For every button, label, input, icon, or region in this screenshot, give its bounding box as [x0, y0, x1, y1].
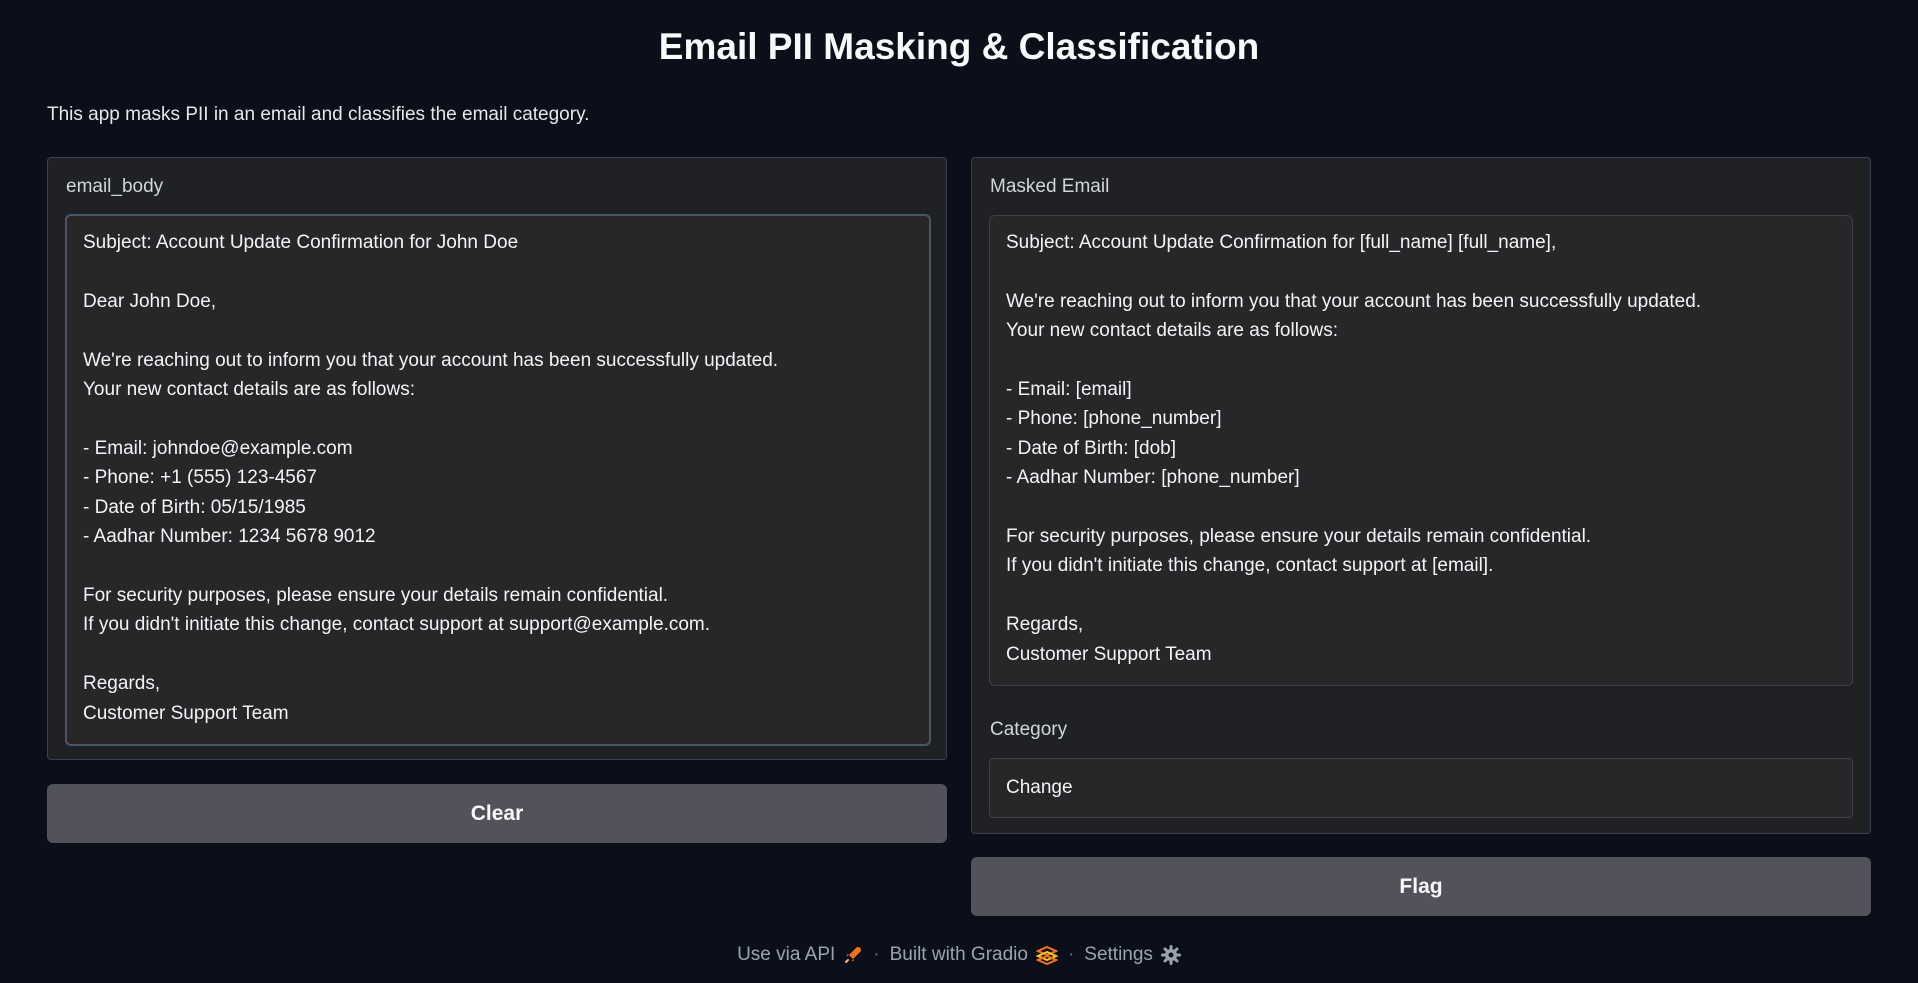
page-description: This app masks PII in an email and class…	[47, 104, 590, 125]
gradio-logo-icon	[1035, 945, 1058, 965]
rocket-icon	[845, 947, 862, 963]
masked-email-label: Masked Email	[990, 176, 1110, 197]
category-value: Change	[1006, 777, 1073, 798]
category-label: Category	[990, 719, 1068, 740]
email-body-input[interactable]	[65, 214, 931, 746]
settings-link[interactable]: Settings	[1084, 944, 1181, 966]
footer-separator: ·	[1067, 944, 1075, 965]
page-title: Email PII Masking & Classification	[658, 26, 1260, 67]
email-body-label: email_body	[66, 176, 164, 197]
flag-button[interactable]: Flag	[971, 857, 1871, 916]
use-via-api-link[interactable]: Use via API	[737, 944, 863, 966]
clear-button[interactable]: Clear	[47, 784, 947, 843]
settings-label: Settings	[1084, 944, 1153, 965]
app-page: Email PII Masking & Classification This …	[0, 0, 1918, 983]
footer-separator: ·	[873, 944, 880, 965]
masked-email-output[interactable]: Subject: Account Update Confirmation for…	[989, 215, 1853, 686]
use-via-api-label: Use via API	[737, 944, 836, 965]
built-with-gradio-label: Built with Gradio	[889, 944, 1028, 965]
built-with-gradio-link[interactable]: Built with Gradio	[890, 944, 1058, 966]
output-panel: Masked Email Subject: Account Update Con…	[971, 157, 1871, 834]
gear-icon	[1160, 945, 1181, 965]
input-panel: email_body	[47, 157, 947, 760]
category-output[interactable]: Change	[989, 758, 1853, 818]
footer: Use via API · Built with Gradio · Settin…	[0, 944, 1918, 966]
